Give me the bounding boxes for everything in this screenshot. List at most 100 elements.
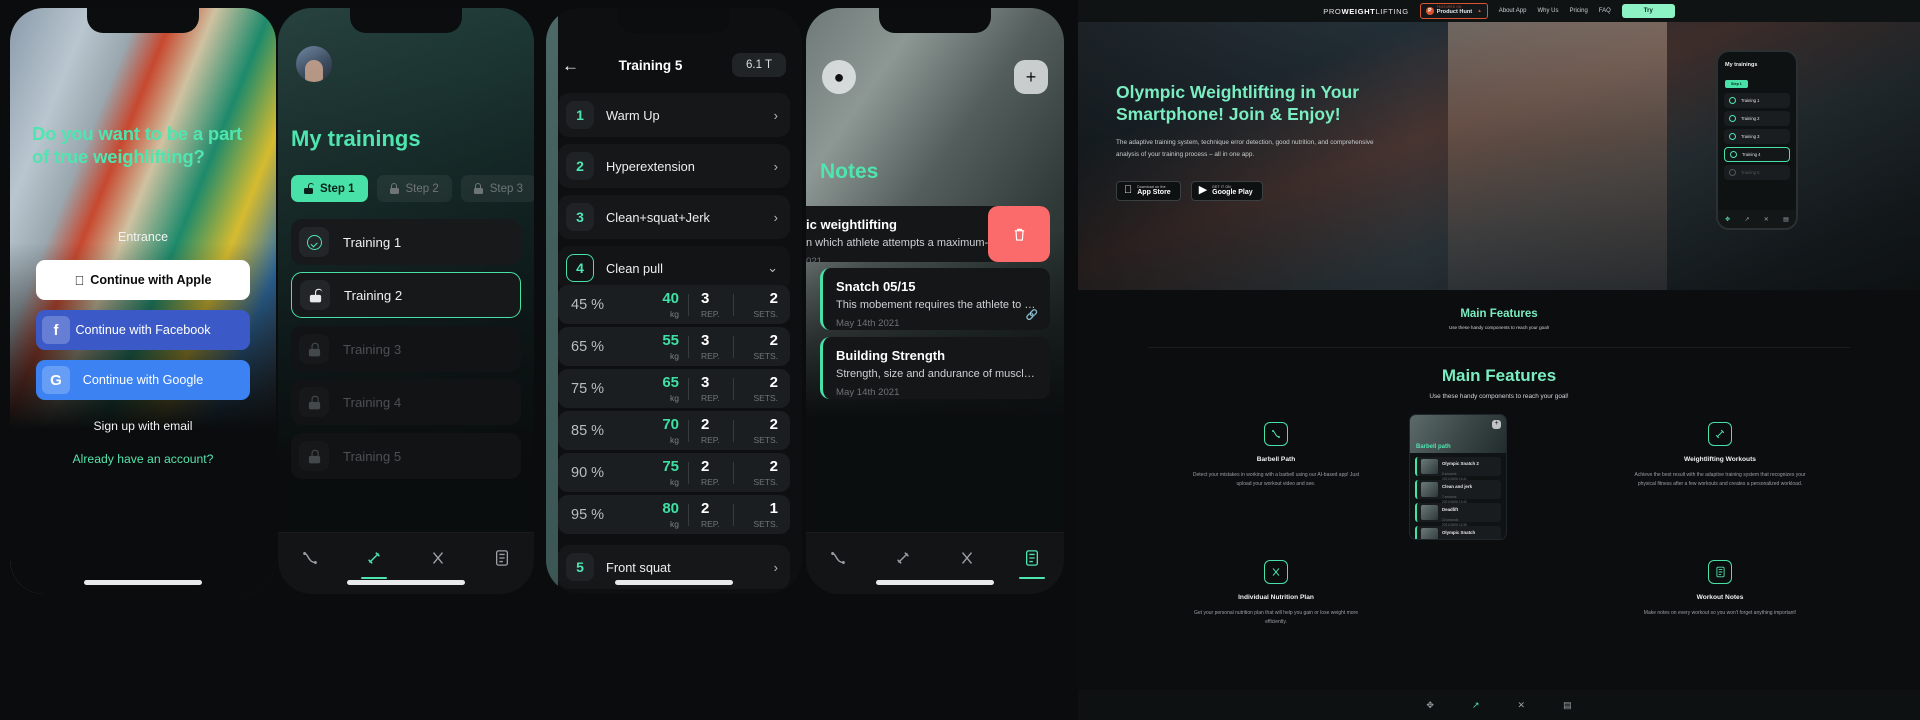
tab-workouts[interactable] [886, 544, 920, 572]
mock-row-2[interactable]: Training 2 [1724, 111, 1790, 126]
note-card-1[interactable]: ic weightlifting n which athlete attempt… [806, 206, 1050, 262]
nav-link-faq[interactable]: FAQ [1599, 8, 1611, 14]
feature-desc: Make notes on every workout so you won't… [1643, 609, 1797, 616]
video-item-1[interactable]: Olympic Snatch 2 5 seconds 2021/05/08 13… [1415, 457, 1501, 481]
profile-icon[interactable]: ● [822, 60, 856, 94]
set-row-4[interactable]: 85 % 70 kg 2 REP. 2 SETS. [558, 411, 790, 450]
mock-heading: My trainings [1725, 62, 1758, 68]
mock-row-3[interactable]: Training 3 [1724, 129, 1790, 144]
mock-row-5[interactable]: Training 5 [1724, 165, 1790, 180]
exercise-row-3[interactable]: 3 Clean+squat+Jerk › [558, 195, 790, 239]
training-row-5[interactable]: Training 5 [291, 433, 521, 479]
nav-link-why-us[interactable]: Why Us [1537, 8, 1558, 14]
continue-with-apple-button[interactable]:  Continue with Apple [36, 260, 250, 300]
set-reps-unit: REP. [701, 309, 720, 319]
set-weight: 65 kg [636, 374, 688, 403]
set-row-2[interactable]: 65 % 55 kg 3 REP. 2 SETS. [558, 327, 790, 366]
avatar[interactable] [296, 46, 332, 82]
exercise-row-1[interactable]: 1 Warm Up › [558, 93, 790, 137]
mock-row-1[interactable]: Training 1 [1724, 93, 1790, 108]
phone-training-detail: ← Training 5 6.1 T 1 Warm Up › 2 Hyperex… [546, 8, 802, 594]
product-hunt-badge[interactable]: P FEATURED ON Product Hunt ▲ [1419, 3, 1488, 19]
video-item-4[interactable]: Olympic Snatch 6 seconds 2021/05/08 13:3… [1415, 526, 1501, 539]
logo-post: LIFTING [1375, 6, 1409, 16]
training-row-2[interactable]: Training 2 [291, 272, 521, 318]
set-weight: 70 kg [636, 416, 688, 445]
set-row-3[interactable]: 75 % 65 kg 3 REP. 2 SETS. [558, 369, 790, 408]
link-icon[interactable]: 🔗 [1026, 310, 1038, 321]
sign-up-with-email-link[interactable]: Sign up with email [36, 419, 250, 433]
app-store-text: Download on the App Store [1137, 185, 1170, 197]
site-logo[interactable]: PROWEIGHTLIFTING [1323, 7, 1409, 16]
delete-note-button[interactable] [988, 206, 1050, 262]
training-row-2-label: Training 2 [344, 287, 403, 303]
google-play-badge[interactable]: ▶ GET IT ON Google Play [1190, 181, 1263, 201]
facebook-icon: f [42, 316, 70, 344]
video-item-3[interactable]: Deadlift 10 seconds 2021/05/08 13:38 [1415, 503, 1501, 527]
google-icon: G [42, 366, 70, 394]
tab-notes[interactable] [485, 544, 519, 572]
continue-with-google-button[interactable]: G Continue with Google [36, 360, 250, 400]
continue-with-facebook-button[interactable]: f Continue with Facebook [36, 310, 250, 350]
video-name: Olympic Snatch [1442, 530, 1476, 535]
training-row-1[interactable]: Training 1 [291, 219, 521, 265]
set-count-value: 1 [769, 500, 778, 517]
set-count-unit: SETS. [753, 519, 778, 529]
step-tab-1[interactable]: Step 1 [291, 175, 368, 202]
tab-nutrition[interactable] [421, 544, 455, 572]
tab-nutrition[interactable] [950, 544, 984, 572]
set-weight-unit: kg [670, 351, 679, 361]
set-row-1[interactable]: 45 % 40 kg 3 REP. 2 SETS. [558, 285, 790, 324]
nav-link-about-app[interactable]: About App [1499, 8, 1527, 14]
set-row-6[interactable]: 95 % 80 kg 2 REP. 1 SETS. [558, 495, 790, 534]
exercise-row-4[interactable]: 4 Clean pull ⌄ [558, 246, 790, 290]
note-card-2[interactable]: Snatch 05/15 This mobement requires the … [820, 268, 1050, 330]
tab-notes[interactable] [1015, 544, 1049, 579]
set-weight-unit: kg [670, 435, 679, 445]
training-row-3[interactable]: Training 3 [291, 326, 521, 372]
already-have-account-link[interactable]: Already have an account? [36, 452, 250, 466]
nav-link-pricing[interactable]: Pricing [1569, 8, 1587, 14]
mock-row-4[interactable]: Training 4 [1724, 147, 1790, 162]
step-tab-2[interactable]: Step 2 [376, 175, 452, 202]
add-video-button[interactable]: + [1492, 420, 1501, 429]
set-weight: 80 kg [636, 500, 688, 529]
video-name: Olympic Snatch 2 [1442, 461, 1479, 466]
set-weight-unit: kg [670, 519, 679, 529]
site-tab-nutrition[interactable]: ✕ [1518, 700, 1526, 711]
mock-tab-notes[interactable]: ▤ [1783, 216, 1789, 223]
site-tab-notes[interactable]: ▤ [1563, 700, 1572, 711]
tab-barbell-path[interactable] [293, 544, 327, 572]
set-count-unit: SETS. [753, 393, 778, 403]
site-tab-barbell-path[interactable]: ↗ [1472, 700, 1480, 711]
exercise-number: 5 [566, 553, 594, 581]
set-percent: 65 % [571, 338, 605, 355]
tab-workouts[interactable] [357, 544, 391, 579]
step-tab-3[interactable]: Step 3 [460, 175, 534, 202]
set-row-5[interactable]: 90 % 75 kg 2 REP. 2 SETS. [558, 453, 790, 492]
set-reps: 3 REP. [689, 374, 733, 403]
exercise-name: Warm Up [606, 107, 660, 123]
note-card-3[interactable]: Building Strength Strength, size and and… [820, 337, 1050, 399]
chevron-right-icon: › [773, 158, 778, 174]
store-badges:  Download on the App Store ▶ GET IT ON … [1116, 181, 1416, 201]
mock-tab-workouts[interactable]: ✥ [1725, 216, 1730, 223]
set-weight-unit: kg [670, 393, 679, 403]
note-date: May 14th 2021 [836, 387, 900, 398]
app-store-badge[interactable]:  Download on the App Store [1116, 181, 1181, 201]
training-row-4[interactable]: Training 4 [291, 379, 521, 425]
site-tab-workouts[interactable]: ✥ [1426, 700, 1434, 711]
exercise-row-2[interactable]: 2 Hyperextension › [558, 144, 790, 188]
video-info: Olympic Snatch 6 seconds 2021/05/08 13:3… [1442, 521, 1476, 539]
mock-step-chip[interactable]: Step 1 [1725, 80, 1748, 88]
mock-tab-barbell-path[interactable]: ↗ [1744, 216, 1749, 223]
add-note-button[interactable]: + [1014, 60, 1048, 94]
features-small-header: Main Features Use these handy components… [1078, 290, 1920, 330]
set-count: 1 SETS. [734, 500, 790, 529]
phone-onboarding: Do you want to be a part of true weighli… [10, 8, 276, 594]
mock-tab-nutrition[interactable]: ✕ [1764, 216, 1769, 223]
video-item-2[interactable]: Clean and jerk 7 seconds 2021/05/08 13:4… [1415, 480, 1501, 504]
try-button[interactable]: Try [1621, 4, 1675, 18]
tab-barbell-path[interactable] [821, 544, 855, 572]
features-big-header: Main Features Use these handy components… [1078, 348, 1920, 400]
